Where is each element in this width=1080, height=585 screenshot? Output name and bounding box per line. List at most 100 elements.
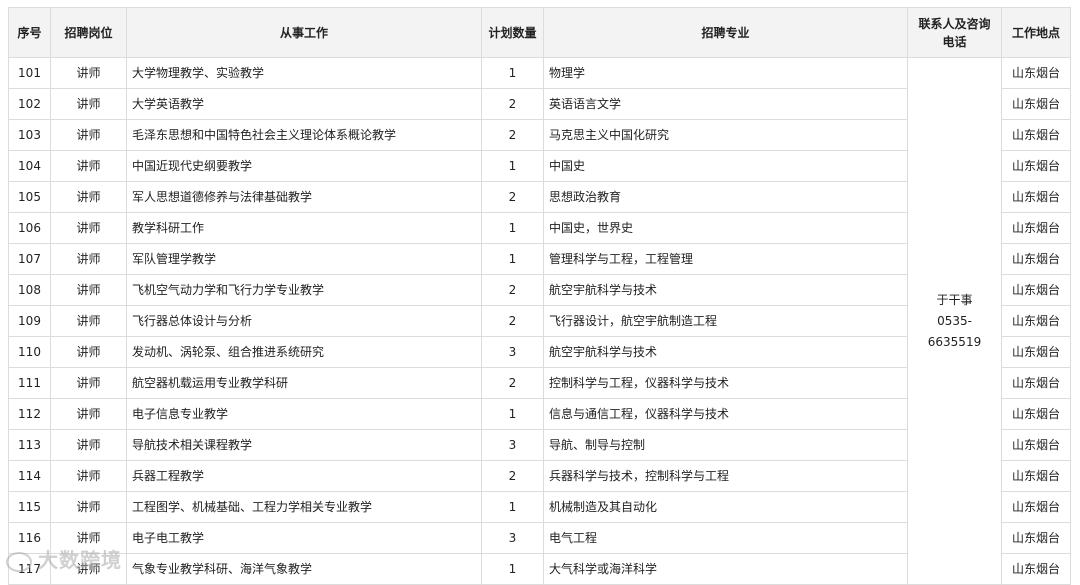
cell-major: 机械制造及其自动化 — [543, 491, 908, 523]
cell-location: 山东烟台 — [1001, 274, 1071, 306]
contact-phone-1: 0535- — [937, 313, 972, 328]
cell-location: 山东烟台 — [1001, 181, 1071, 213]
cell-seq: 105 — [8, 181, 51, 213]
cell-count: 2 — [481, 119, 544, 151]
cell-major: 马克思主义中国化研究 — [543, 119, 908, 151]
cell-count: 1 — [481, 212, 544, 244]
cell-major: 物理学 — [543, 57, 908, 89]
cell-location: 山东烟台 — [1001, 336, 1071, 368]
cell-work: 兵器工程教学 — [126, 460, 482, 492]
cell-post: 讲师 — [50, 243, 127, 275]
cell-major: 中国史，世界史 — [543, 212, 908, 244]
cell-major: 航空宇航科学与技术 — [543, 274, 908, 306]
cell-location: 山东烟台 — [1001, 57, 1071, 89]
cell-location: 山东烟台 — [1001, 305, 1071, 337]
cell-seq: 112 — [8, 398, 51, 430]
cell-location: 山东烟台 — [1001, 119, 1071, 151]
table-body: 101 讲师 大学物理教学、实验教学 1 物理学 于干事 0535- 6635519 山东烟台 1… — [8, 57, 1071, 585]
cell-work: 导航技术相关课程教学 — [126, 429, 482, 461]
cell-work: 毛泽东思想和中国特色社会主义理论体系概论教学 — [126, 119, 482, 151]
cell-work: 电子信息专业教学 — [126, 398, 482, 430]
cell-count: 2 — [481, 181, 544, 213]
cell-count: 2 — [481, 305, 544, 337]
cell-count: 2 — [481, 88, 544, 120]
cell-count: 3 — [481, 429, 544, 461]
cell-major: 管理科学与工程，工程管理 — [543, 243, 908, 275]
cell-work: 中国近现代史纲要教学 — [126, 150, 482, 182]
cell-work: 飞行器总体设计与分析 — [126, 305, 482, 337]
cell-count: 3 — [481, 522, 544, 554]
cell-seq: 113 — [8, 429, 51, 461]
cell-work: 军队管理学教学 — [126, 243, 482, 275]
cell-count: 1 — [481, 491, 544, 523]
cell-major: 航空宇航科学与技术 — [543, 336, 908, 368]
cell-seq: 115 — [8, 491, 51, 523]
cell-major: 控制科学与工程，仪器科学与技术 — [543, 367, 908, 399]
cell-location: 山东烟台 — [1001, 212, 1071, 244]
header-contact: 联系人及咨询电话 — [907, 7, 1002, 58]
header-work: 从事工作 — [126, 7, 482, 58]
cell-post: 讲师 — [50, 212, 127, 244]
header-location: 工作地点 — [1001, 7, 1071, 58]
cell-seq: 107 — [8, 243, 51, 275]
cell-seq: 114 — [8, 460, 51, 492]
cell-count: 2 — [481, 460, 544, 492]
cell-work: 发动机、涡轮泵、组合推进系统研究 — [126, 336, 482, 368]
cell-work: 军人思想道德修养与法律基础教学 — [126, 181, 482, 213]
cell-contact: 于干事 0535- 6635519 — [907, 57, 1002, 585]
cell-seq: 106 — [8, 212, 51, 244]
cell-post: 讲师 — [50, 119, 127, 151]
cell-count: 1 — [481, 398, 544, 430]
cell-post: 讲师 — [50, 367, 127, 399]
cell-location: 山东烟台 — [1001, 553, 1071, 585]
cell-work: 飞机空气动力学和飞行力学专业教学 — [126, 274, 482, 306]
cell-seq: 104 — [8, 150, 51, 182]
cell-major: 信息与通信工程，仪器科学与技术 — [543, 398, 908, 430]
cell-work: 工程图学、机械基础、工程力学相关专业教学 — [126, 491, 482, 523]
cell-location: 山东烟台 — [1001, 429, 1071, 461]
cell-post: 讲师 — [50, 57, 127, 89]
watermark: 大数跨境 — [6, 544, 122, 573]
header-post: 招聘岗位 — [50, 7, 127, 58]
cell-location: 山东烟台 — [1001, 460, 1071, 492]
cell-location: 山东烟台 — [1001, 398, 1071, 430]
contact-phone-2: 6635519 — [927, 334, 982, 349]
cell-seq: 108 — [8, 274, 51, 306]
cell-seq: 111 — [8, 367, 51, 399]
header-major: 招聘专业 — [543, 7, 908, 58]
cell-post: 讲师 — [50, 429, 127, 461]
cell-location: 山东烟台 — [1001, 243, 1071, 275]
cell-seq: 102 — [8, 88, 51, 120]
cell-work: 电子电工教学 — [126, 522, 482, 554]
cell-location: 山东烟台 — [1001, 367, 1071, 399]
cell-count: 2 — [481, 367, 544, 399]
watermark-logo-icon — [6, 551, 32, 572]
cell-count: 2 — [481, 274, 544, 306]
cell-count: 1 — [481, 150, 544, 182]
contact-name: 于干事 — [936, 292, 973, 307]
cell-seq: 103 — [8, 119, 51, 151]
cell-work: 大学英语教学 — [126, 88, 482, 120]
table-header-row: 序号 招聘岗位 从事工作 计划数量 招聘专业 联系人及咨询电话 工作地点 — [8, 7, 1071, 58]
cell-major: 大气科学或海洋科学 — [543, 553, 908, 585]
cell-location: 山东烟台 — [1001, 150, 1071, 182]
cell-post: 讲师 — [50, 491, 127, 523]
cell-seq: 101 — [8, 57, 51, 89]
cell-post: 讲师 — [50, 398, 127, 430]
cell-post: 讲师 — [50, 150, 127, 182]
cell-work: 气象专业教学科研、海洋气象教学 — [126, 553, 482, 585]
cell-count: 1 — [481, 57, 544, 89]
cell-count: 3 — [481, 336, 544, 368]
watermark-text: 大数跨境 — [38, 548, 122, 572]
cell-work: 大学物理教学、实验教学 — [126, 57, 482, 89]
cell-major: 电气工程 — [543, 522, 908, 554]
cell-major: 英语语言文学 — [543, 88, 908, 120]
cell-major: 飞行器设计，航空宇航制造工程 — [543, 305, 908, 337]
header-seq: 序号 — [8, 7, 51, 58]
cell-location: 山东烟台 — [1001, 522, 1071, 554]
cell-post: 讲师 — [50, 460, 127, 492]
cell-count: 1 — [481, 243, 544, 275]
header-count: 计划数量 — [481, 7, 544, 58]
cell-work: 教学科研工作 — [126, 212, 482, 244]
table-row: 101 讲师 大学物理教学、实验教学 1 物理学 于干事 0535- 6635519 山东烟台 — [8, 57, 1071, 585]
